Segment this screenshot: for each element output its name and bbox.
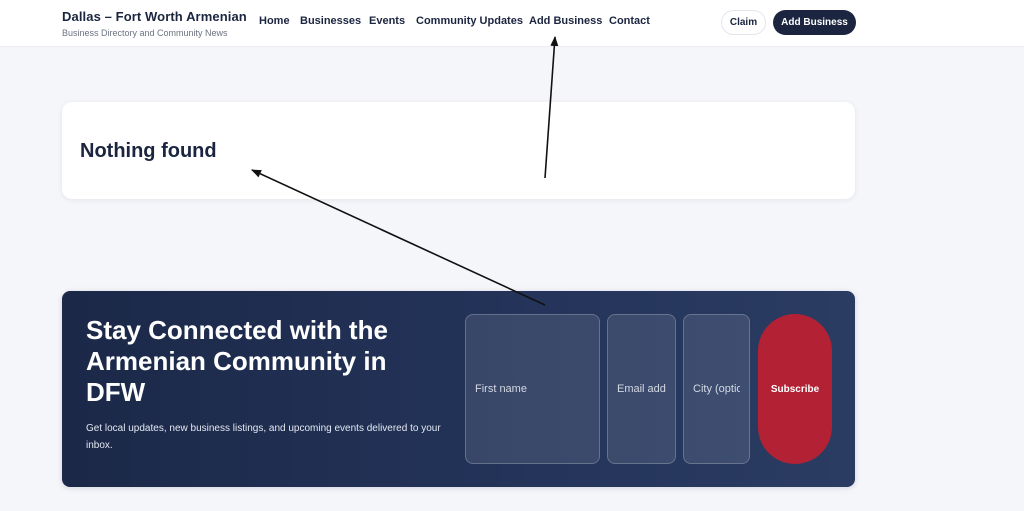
first-name-input[interactable]: [465, 314, 600, 464]
site-header: Dallas – Fort Worth Armenian Business Di…: [0, 0, 1024, 47]
claim-button[interactable]: Claim: [721, 10, 766, 35]
subscribe-button[interactable]: Subscribe: [758, 314, 832, 464]
city-input[interactable]: [683, 314, 750, 464]
email-input[interactable]: [607, 314, 676, 464]
brand-subtitle: Business Directory and Community News: [62, 28, 228, 38]
add-business-button[interactable]: Add Business: [773, 10, 856, 35]
nav-home[interactable]: Home: [259, 15, 290, 27]
results-card: Nothing found: [62, 102, 855, 199]
brand-title[interactable]: Dallas – Fort Worth Armenian: [62, 9, 247, 24]
newsletter-section: Stay Connected with the Armenian Communi…: [62, 291, 855, 487]
nothing-found-heading: Nothing found: [80, 140, 217, 162]
nav-businesses[interactable]: Businesses: [300, 15, 361, 27]
brand[interactable]: Dallas – Fort Worth Armenian Business Di…: [62, 9, 247, 38]
nav-events[interactable]: Events: [369, 15, 405, 27]
newsletter-title: Stay Connected with the Armenian Communi…: [86, 315, 388, 407]
newsletter-description: Get local updates, new business listings…: [86, 423, 441, 451]
nav-contact[interactable]: Contact: [609, 15, 650, 27]
nav-add-business[interactable]: Add Business: [529, 15, 602, 27]
nav-community-updates[interactable]: Community Updates: [416, 15, 523, 27]
